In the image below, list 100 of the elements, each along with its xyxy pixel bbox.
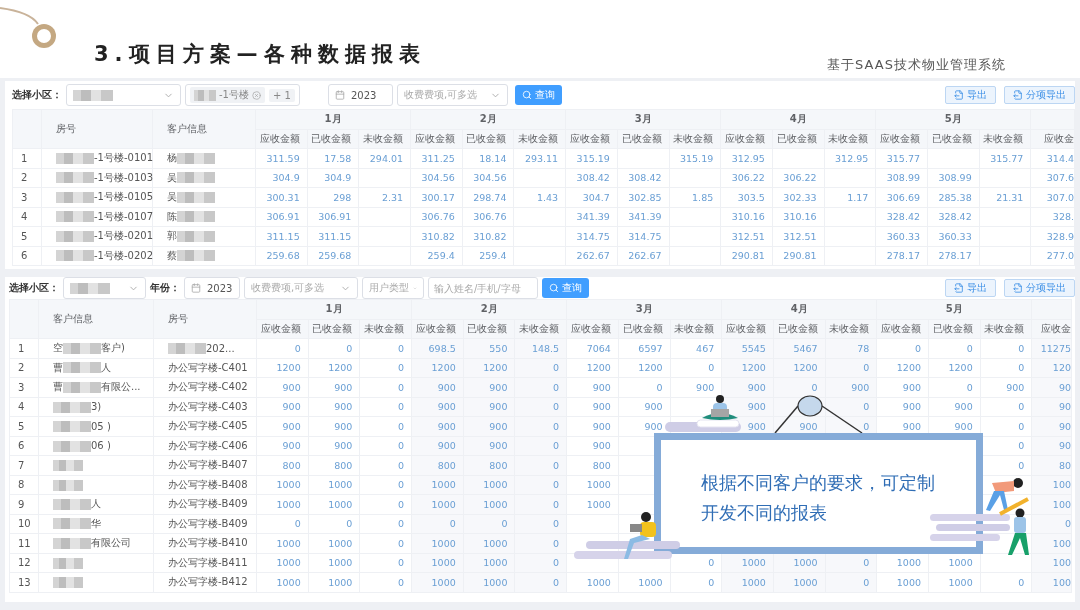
table-cell: 0 (553, 557, 560, 569)
cell-text: 吴 (167, 191, 177, 203)
table-cell: 315.77 (990, 152, 1024, 164)
table-cell: 900 (282, 381, 301, 393)
callout-text: 开发不同的报表 (701, 501, 828, 525)
table-cell: 328.42 (886, 211, 920, 223)
table-cell: 328.42 (938, 211, 972, 223)
table-cell: 900 (437, 440, 456, 452)
table-cell: 259.68 (266, 250, 300, 262)
hanger-string (774, 405, 799, 434)
export-icon (1013, 283, 1023, 293)
cell-text: 华 (91, 517, 101, 529)
table-cell: 1000 (741, 576, 766, 588)
table-cell: 0 (398, 557, 405, 569)
table-cell: 900 (489, 420, 508, 432)
table-cell: 1000 (483, 498, 508, 510)
table-cell: 312.95 (835, 152, 869, 164)
table-cell: 0 (863, 401, 870, 413)
table-cell: 0 (863, 576, 870, 588)
cell-text: 曹 (53, 361, 63, 373)
table-cell: 278.17 (938, 250, 972, 262)
cell-text: 办公写字楼-B412 (168, 576, 248, 588)
select-field[interactable] (66, 84, 181, 106)
query-button[interactable]: 查询 (514, 85, 562, 105)
table-cell: 0 (553, 498, 560, 510)
column-header: 应收金额 (259, 132, 300, 144)
select-field[interactable] (63, 277, 146, 299)
table-cell: 0 (398, 342, 405, 354)
table-cell: 900 (954, 401, 973, 413)
close-icon[interactable] (252, 90, 261, 100)
column-header: 4月 (789, 113, 807, 125)
row-number: 2 (21, 172, 28, 184)
column-header: 应收金额 (414, 132, 455, 144)
table-cell: 900 (902, 401, 921, 413)
row-number: 13 (18, 576, 31, 588)
column-header: 1月 (324, 113, 342, 125)
select-field[interactable]: 用户类型 (362, 277, 424, 299)
column-header: 应收金额 (570, 322, 611, 334)
table-cell: 0 (398, 381, 405, 393)
table-cell: 0 (294, 342, 301, 354)
row-number: 6 (18, 440, 25, 452)
table-cell: 259.4 (479, 250, 507, 262)
filter-label: 选择小区： (9, 281, 59, 295)
table-cell: 300.31 (266, 191, 300, 203)
table-cell: 308.99 (938, 172, 972, 184)
calendar-icon (334, 90, 345, 100)
table-cell: 0 (1018, 342, 1025, 354)
row-number: 9 (18, 498, 25, 510)
table-cell: 1000 (896, 557, 921, 569)
table-cell: 1.85 (692, 191, 714, 203)
table-cell: 900 (799, 420, 818, 432)
table-cell: 1000 (793, 557, 818, 569)
tag-chip[interactable]: -1号楼 (190, 87, 265, 103)
date-field[interactable]: 2023 (327, 84, 393, 106)
cell-text: 06 ) (91, 440, 111, 451)
table-cell: 18.14 (479, 152, 507, 164)
table-cell: 304.56 (421, 172, 455, 184)
search-icon (521, 90, 532, 100)
table-cell: 900 (489, 401, 508, 413)
table-cell: 80 (1058, 459, 1071, 471)
select-field[interactable]: 收费费项,可多选 (396, 84, 508, 106)
table-cell: 298.74 (473, 191, 507, 203)
table-cell: 900 (747, 401, 766, 413)
date-field[interactable]: 2023 (184, 277, 240, 299)
export-button[interactable]: 分项导出 (1004, 86, 1075, 104)
table-cell: 0 (294, 518, 301, 530)
export-button[interactable]: 导出 (945, 279, 996, 297)
row-number: 4 (18, 401, 25, 413)
table-cell: 900 (437, 401, 456, 413)
table-cell: 100 (1052, 557, 1071, 569)
table-cell: 900 (902, 420, 921, 432)
column-header: 应收金额 (724, 132, 765, 144)
table-cell: 1000 (431, 557, 456, 569)
cell-text: -1号楼-0101 (94, 152, 154, 164)
table-cell: 0 (966, 381, 973, 393)
table-cell: 0 (398, 459, 405, 471)
cell-text: -1号楼-0103 (94, 171, 154, 183)
search-icon (549, 283, 559, 293)
column-header: 未收金额 (673, 132, 714, 144)
cell-text: 办公写字楼-B408 (168, 478, 248, 490)
tag-select-field[interactable]: -1号楼 + 1 (185, 84, 300, 106)
cell-text: 202... (206, 342, 235, 354)
table-cell: 1000 (483, 479, 508, 491)
table-cell: 311.59 (266, 152, 300, 164)
select-field[interactable]: 收费费项,可多选 (244, 277, 358, 299)
table-cell: 5467 (793, 342, 818, 354)
export-button[interactable]: 分项导出 (1004, 279, 1075, 297)
table-cell: 900 (489, 381, 508, 393)
search-input[interactable]: 输入姓名/手机/字母 (428, 277, 538, 299)
column-header: 未收金额 (984, 322, 1025, 334)
table-cell: 900 (902, 381, 921, 393)
table-cell: 1200 (276, 362, 301, 374)
query-button[interactable]: 查询 (542, 278, 589, 298)
table-cell: 310.16 (731, 211, 765, 223)
table-cell: 328. (1052, 211, 1074, 223)
table-cell: 314.4 (1046, 152, 1074, 164)
table-cell: 0 (811, 381, 818, 393)
table-cell: 0 (449, 518, 456, 530)
export-button[interactable]: 导出 (945, 86, 996, 104)
table-cell: 303.5 (737, 191, 765, 203)
